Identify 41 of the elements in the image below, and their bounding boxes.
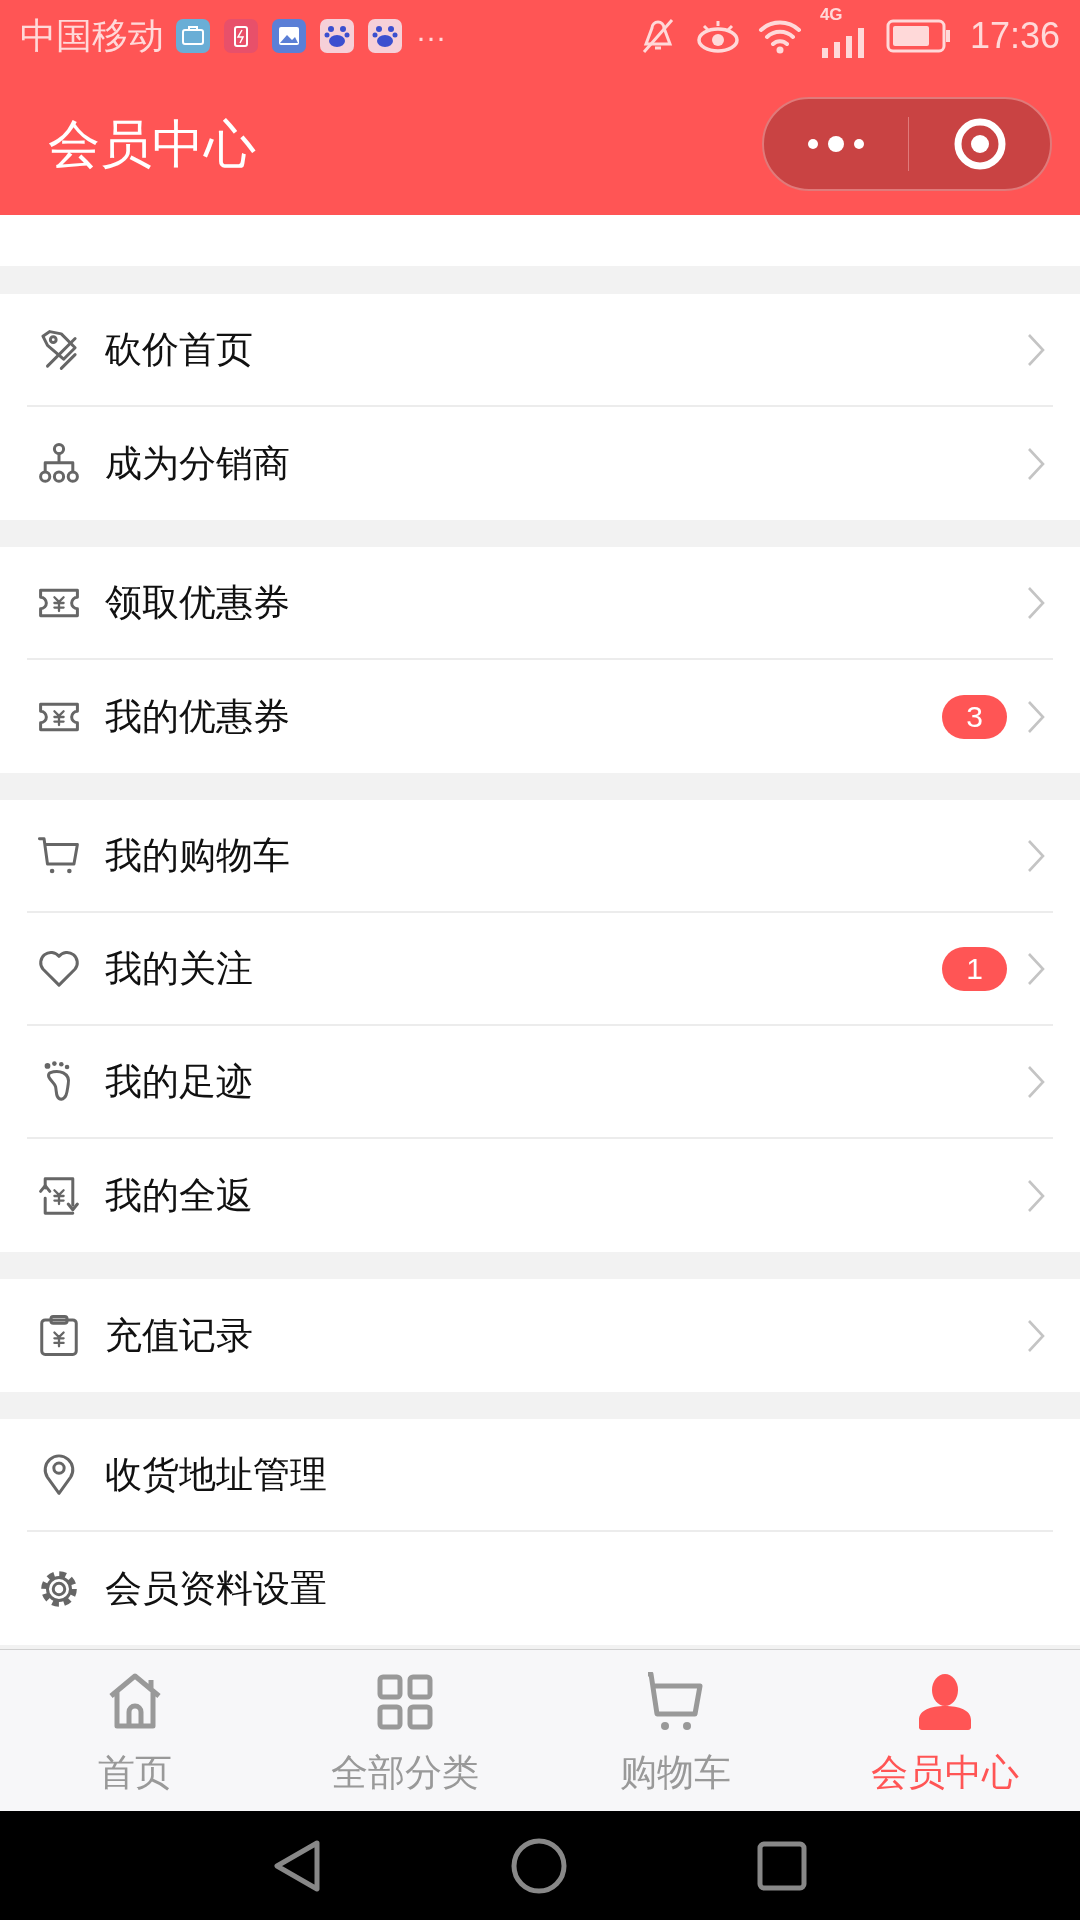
status-time: 17:36 xyxy=(969,14,1060,58)
chevron-right-icon xyxy=(1027,585,1045,620)
wifi-icon xyxy=(757,18,802,54)
battery-app-icon xyxy=(224,19,258,53)
paw-icon xyxy=(320,19,354,53)
paw-icon xyxy=(368,19,402,53)
chevron-right-icon xyxy=(1027,1318,1045,1353)
menu-item[interactable]: 我的购物车 xyxy=(27,800,1053,913)
chevron-right-icon xyxy=(1027,446,1045,481)
menu-item[interactable]: 我的关注 1 xyxy=(27,913,1053,1026)
grid-icon xyxy=(375,1672,435,1732)
more-icon xyxy=(807,135,865,152)
chevron-right-icon xyxy=(1027,699,1045,734)
overflow-dots: ··· xyxy=(416,18,446,55)
menu-item[interactable]: 我的足迹 xyxy=(27,1026,1053,1139)
menu-item[interactable]: 成为分销商 xyxy=(27,407,1053,520)
menu-item[interactable]: 收货地址管理 xyxy=(27,1419,1053,1532)
menu-item[interactable]: 领取优惠券 xyxy=(27,547,1053,660)
eye-icon xyxy=(695,18,740,54)
target-icon xyxy=(952,116,1007,171)
chevron-right-icon xyxy=(1027,332,1045,367)
home-icon[interactable] xyxy=(511,1837,567,1894)
image-icon xyxy=(272,19,306,53)
count-badge: 3 xyxy=(942,694,1007,739)
chevron-right-icon xyxy=(1027,1064,1045,1099)
page-title: 会员中心 xyxy=(48,113,256,175)
back-icon[interactable] xyxy=(273,1838,321,1893)
battery-icon xyxy=(885,19,952,53)
menu-item[interactable]: 会员资料设置 xyxy=(27,1532,1053,1645)
count-badge: 1 xyxy=(942,946,1007,991)
menu-item[interactable]: 砍价首页 xyxy=(27,294,1053,407)
menu-item[interactable]: 我的全返 xyxy=(27,1139,1053,1252)
carrier-name: 中国移动 xyxy=(20,14,164,58)
chevron-right-icon xyxy=(1027,1178,1045,1213)
menu-item[interactable]: 我的优惠券 3 xyxy=(27,660,1053,773)
chevron-right-icon xyxy=(1027,838,1045,873)
cart-icon xyxy=(645,1672,705,1732)
chevron-right-icon xyxy=(1027,951,1045,986)
recents-icon[interactable] xyxy=(757,1840,807,1891)
briefcase-icon xyxy=(176,19,210,53)
network-type: 4G xyxy=(819,6,843,23)
